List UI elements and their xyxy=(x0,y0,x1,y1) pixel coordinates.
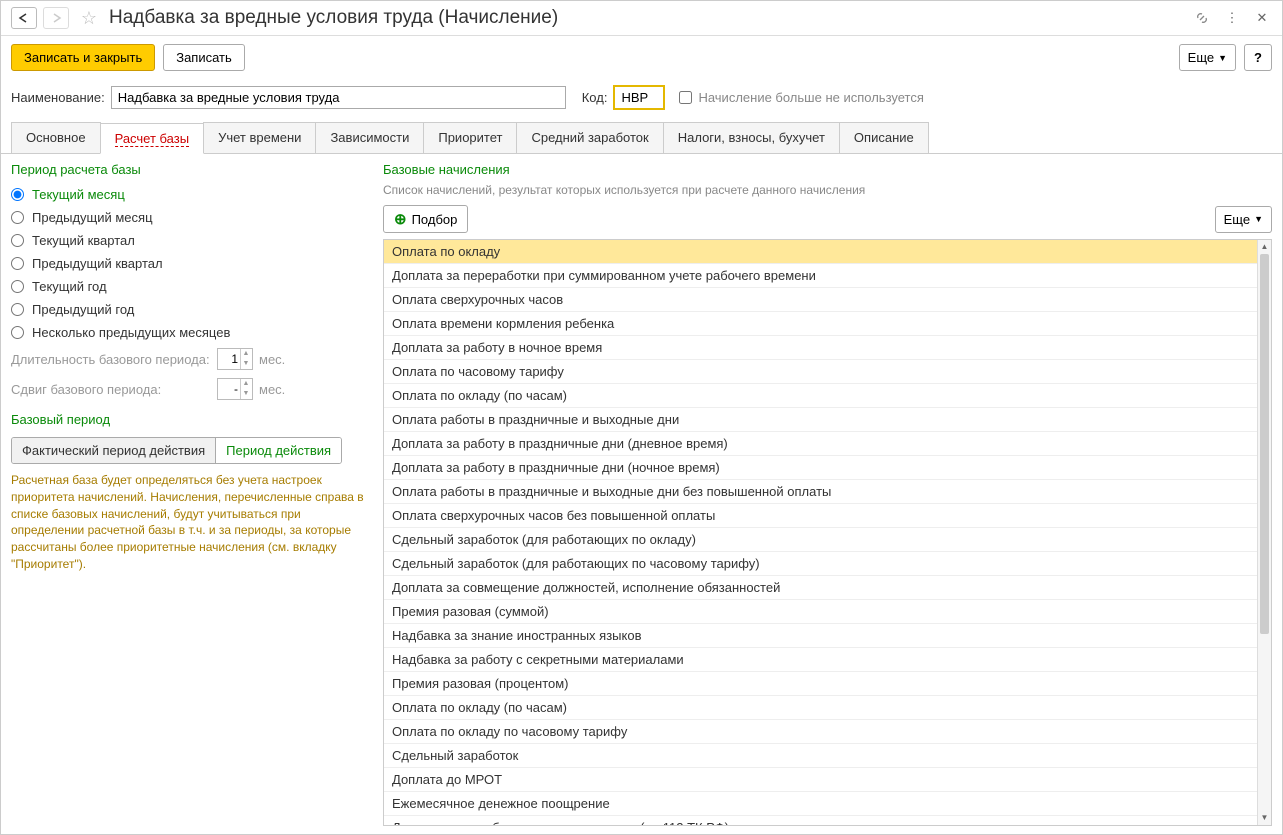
period-section-title: Период расчета базы xyxy=(11,162,371,177)
list-item[interactable]: Надбавка за знание иностранных языков xyxy=(384,624,1257,648)
spinner-up-icon[interactable]: ▲ xyxy=(241,349,251,359)
list-item[interactable]: Доплата за работу в ночное время xyxy=(384,336,1257,360)
list-item[interactable]: Ежемесячное денежное поощрение xyxy=(384,792,1257,816)
list-item[interactable]: Премия разовая (процентом) xyxy=(384,672,1257,696)
save-button[interactable]: Записать xyxy=(163,44,245,71)
base-accruals-subtitle: Список начислений, результат которых исп… xyxy=(383,183,1272,197)
list-item[interactable]: Оплата работы в праздничные и выходные д… xyxy=(384,408,1257,432)
radio-period-3[interactable]: Предыдущий квартал xyxy=(11,252,371,275)
toggle-actual-period[interactable]: Фактический период действия xyxy=(12,438,216,463)
shift-spinner[interactable]: ▲▼ xyxy=(217,378,253,400)
shift-value[interactable] xyxy=(218,379,240,399)
shift-label: Сдвиг базового периода: xyxy=(11,382,211,397)
link-icon[interactable] xyxy=(1192,8,1212,28)
base-period-title: Базовый период xyxy=(11,412,371,427)
list-item[interactable]: Оплата сверхурочных часов без повышенной… xyxy=(384,504,1257,528)
list-item[interactable]: Сдельный заработок xyxy=(384,744,1257,768)
list-item[interactable]: Надбавка за работу с секретными материал… xyxy=(384,648,1257,672)
not-used-label: Начисление больше не используется xyxy=(698,90,923,105)
more-button-list[interactable]: Еще▼ xyxy=(1215,206,1272,233)
radio-period-1[interactable]: Предыдущий месяц xyxy=(11,206,371,229)
main-toolbar: Записать и закрыть Записать Еще▼ ? xyxy=(1,36,1282,79)
base-accruals-title: Базовые начисления xyxy=(383,162,1272,177)
code-input[interactable] xyxy=(613,85,665,110)
not-used-checkbox-wrap[interactable]: Начисление больше не используется xyxy=(679,90,923,105)
window-title: Надбавка за вредные условия труда (Начис… xyxy=(109,7,1186,29)
duration-label: Длительность базового периода: xyxy=(11,352,211,367)
list-item[interactable]: Доплата до МРОТ xyxy=(384,768,1257,792)
pick-button[interactable]: ⊕ Подбор xyxy=(383,205,468,233)
base-period-toggle: Фактический период действия Период дейст… xyxy=(11,437,342,464)
caret-down-icon: ▼ xyxy=(1254,214,1263,224)
more-button-top[interactable]: Еще▼ xyxy=(1179,44,1236,71)
radio-period-5[interactable]: Предыдущий год xyxy=(11,298,371,321)
right-column: Базовые начисления Список начислений, ре… xyxy=(383,162,1272,826)
list-item[interactable]: Доплата за работу в праздничные дни (дне… xyxy=(384,432,1257,456)
scroll-down-icon[interactable]: ▼ xyxy=(1258,811,1271,825)
left-column: Период расчета базы Текущий месяцПредыду… xyxy=(11,162,371,826)
spinner-down-icon[interactable]: ▼ xyxy=(241,359,251,369)
caret-down-icon: ▼ xyxy=(1218,53,1227,63)
form-header-row: Наименование: Код: Начисление больше не … xyxy=(1,79,1282,116)
list-item[interactable]: Оплата по окладу xyxy=(384,240,1257,264)
code-label: Код: xyxy=(582,90,608,105)
name-input[interactable] xyxy=(111,86,566,109)
tab-3[interactable]: Зависимости xyxy=(315,122,424,153)
duration-value[interactable] xyxy=(218,349,240,369)
duration-spinner[interactable]: ▲▼ xyxy=(217,348,253,370)
radio-period-4[interactable]: Текущий год xyxy=(11,275,371,298)
kebab-menu-icon[interactable]: ⋮ xyxy=(1222,8,1242,28)
radio-period-0[interactable]: Текущий месяц xyxy=(11,183,371,206)
tab-2[interactable]: Учет времени xyxy=(203,122,316,153)
nav-forward-button[interactable] xyxy=(43,7,69,29)
tab-4[interactable]: Приоритет xyxy=(423,122,517,153)
help-button[interactable]: ? xyxy=(1244,44,1272,71)
favorite-star-icon[interactable]: ☆ xyxy=(79,8,99,28)
save-close-button[interactable]: Записать и закрыть xyxy=(11,44,155,71)
list-item[interactable]: Оплата по окладу (по часам) xyxy=(384,696,1257,720)
spinner-up-icon[interactable]: ▲ xyxy=(241,379,251,389)
duration-unit: мес. xyxy=(259,352,285,367)
tab-1[interactable]: Расчет базы xyxy=(100,123,205,154)
tab-0[interactable]: Основное xyxy=(11,122,101,153)
tab-5[interactable]: Средний заработок xyxy=(516,122,663,153)
shift-unit: мес. xyxy=(259,382,285,397)
list-item[interactable]: Доплата за работу в праздничные дни (ноч… xyxy=(384,456,1257,480)
toggle-period[interactable]: Период действия xyxy=(216,438,341,463)
scroll-up-icon[interactable]: ▲ xyxy=(1258,240,1271,254)
radio-period-2[interactable]: Текущий квартал xyxy=(11,229,371,252)
accruals-list: Оплата по окладуДоплата за переработки п… xyxy=(384,240,1257,825)
list-item[interactable]: Оплата работы в праздничные и выходные д… xyxy=(384,480,1257,504)
spinner-down-icon[interactable]: ▼ xyxy=(241,389,251,399)
list-item[interactable]: Оплата по окладу по часовому тарифу xyxy=(384,720,1257,744)
list-item[interactable]: Оплата сверхурочных часов xyxy=(384,288,1257,312)
tab-6[interactable]: Налоги, взносы, бухучет xyxy=(663,122,840,153)
tab-7[interactable]: Описание xyxy=(839,122,929,153)
scrollbar[interactable]: ▲ ▼ xyxy=(1257,240,1271,825)
plus-circle-icon: ⊕ xyxy=(394,210,407,228)
list-item[interactable]: Доплата за нерабочие праздничные дни (ст… xyxy=(384,816,1257,825)
radio-period-6[interactable]: Несколько предыдущих месяцев xyxy=(11,321,371,344)
list-item[interactable]: Сдельный заработок (для работающих по ча… xyxy=(384,552,1257,576)
list-item[interactable]: Оплата времени кормления ребенка xyxy=(384,312,1257,336)
nav-back-button[interactable] xyxy=(11,7,37,29)
scroll-thumb[interactable] xyxy=(1260,254,1269,634)
tab-strip: ОсновноеРасчет базыУчет времениЗависимос… xyxy=(1,122,1282,154)
list-item[interactable]: Сдельный заработок (для работающих по ок… xyxy=(384,528,1257,552)
list-item[interactable]: Доплата за совмещение должностей, исполн… xyxy=(384,576,1257,600)
list-item[interactable]: Премия разовая (суммой) xyxy=(384,600,1257,624)
list-item[interactable]: Доплата за переработки при суммированном… xyxy=(384,264,1257,288)
name-label: Наименование: xyxy=(11,90,105,105)
list-item[interactable]: Оплата по часовому тарифу xyxy=(384,360,1257,384)
titlebar: ☆ Надбавка за вредные условия труда (Нач… xyxy=(1,1,1282,36)
not-used-checkbox[interactable] xyxy=(679,91,692,104)
priority-hint: Расчетная база будет определяться без уч… xyxy=(11,472,371,573)
close-icon[interactable]: ✕ xyxy=(1252,8,1272,28)
list-item[interactable]: Оплата по окладу (по часам) xyxy=(384,384,1257,408)
